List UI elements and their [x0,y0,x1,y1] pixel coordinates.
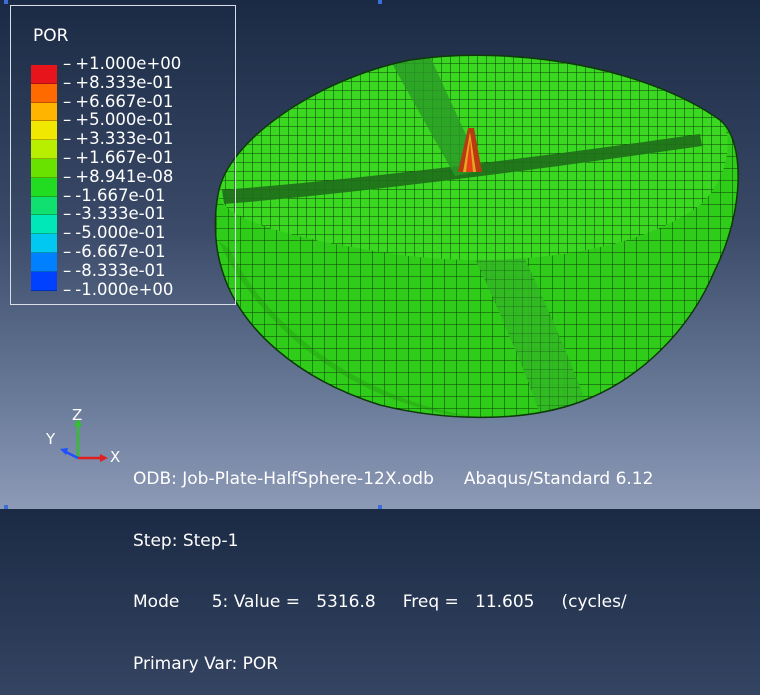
legend-tick-label: -8.333e-01 [63,261,181,281]
legend-tick-label: +5.000e-01 [63,111,181,130]
legend-swatch [31,234,57,253]
legend-tick-label: +6.667e-01 [63,92,181,112]
legend-swatch [31,177,57,197]
legend-swatch [31,271,57,291]
contour-legend: POR +1.000e+00+8.333e-01+6.667e-01+5.000… [10,5,236,305]
legend-tick-label: -5.000e-01 [63,223,181,243]
legend-title: POR [33,26,69,46]
axis-label-x: X [110,448,121,466]
legend-tick-label: -1.000e+00 [63,280,181,300]
step-name: Step: Step-1 [133,530,239,551]
legend-tick-label: -1.667e-01 [63,186,181,206]
legend-swatch [31,83,57,103]
legend-swatch [31,65,57,84]
legend-swatch [31,121,57,141]
mode-info: Mode 5: Value = 5316.8 Freq = 11.605 (cy… [133,592,627,612]
primary-variable: Primary Var: POR [133,653,279,674]
legend-tick-label: +1.000e+00 [63,54,181,74]
legend-tick-label: -6.667e-01 [63,242,181,262]
axis-label-y: Y [46,430,56,448]
legend-swatch [31,158,57,178]
solver-version: Abaqus/Standard 6.12 [463,469,654,489]
legend-swatch [31,196,57,216]
legend-tick-label: +3.333e-01 [63,129,181,149]
legend-swatch [31,102,57,122]
legend-swatch [31,140,57,159]
view-triad: Z Y X [44,406,124,472]
legend-tick-label: +8.941e-08 [63,167,181,187]
legend-tick-label: +8.333e-01 [63,73,181,93]
legend-colorbar [31,65,57,291]
axis-label-z: Z [72,406,83,424]
legend-tick-label: -3.333e-01 [63,205,181,224]
viewport-info-text: ODB: Job-Plate-HalfSphere-12X.odb Abaqus/… [133,428,653,695]
selection-handle[interactable] [4,505,8,509]
legend-tick-labels: +1.000e+00+8.333e-01+6.667e-01+5.000e-01… [63,54,181,300]
legend-tick-label: +1.667e-01 [63,148,181,168]
selection-handle[interactable] [378,0,382,4]
legend-swatch [31,252,57,272]
selection-handle[interactable] [4,0,8,4]
odb-name: ODB: Job-Plate-HalfSphere-12X.odb [133,469,434,489]
legend-swatch [31,215,57,235]
